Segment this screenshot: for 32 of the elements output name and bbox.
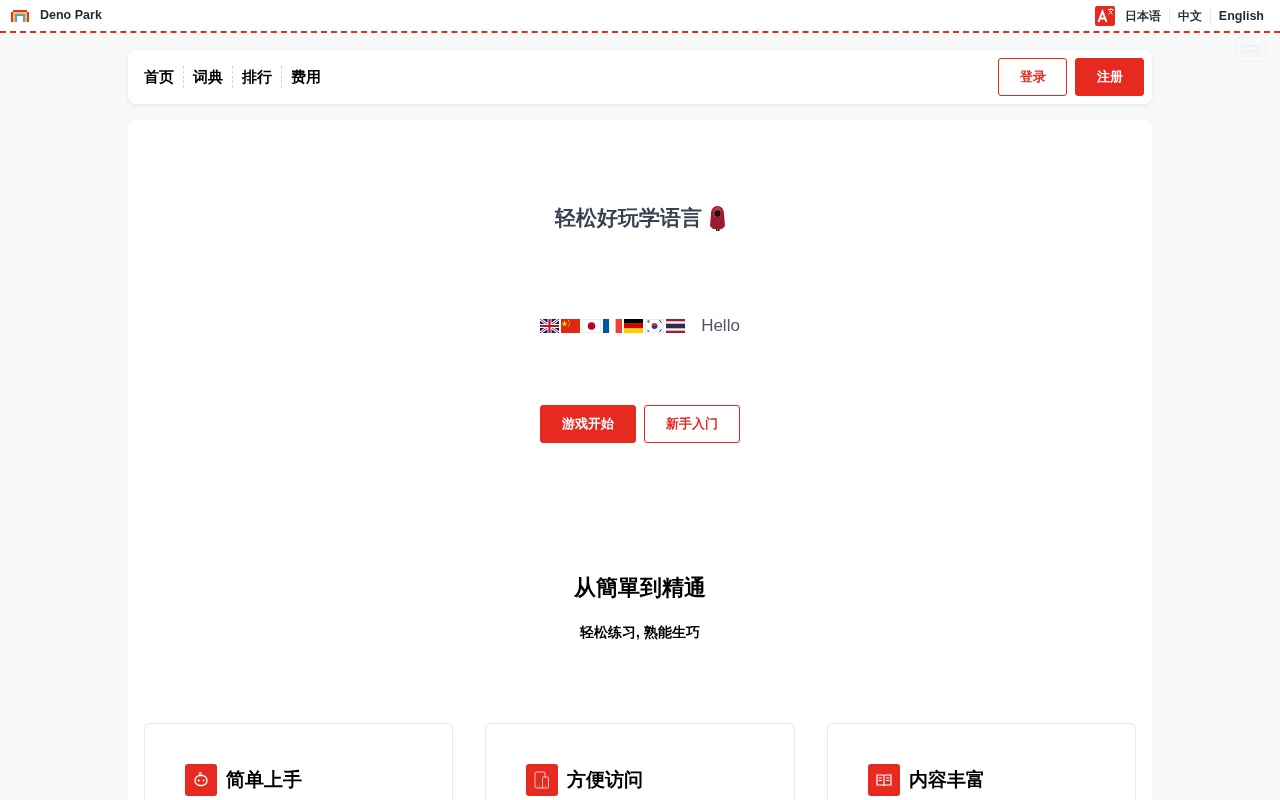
feature-title: 内容丰富 [908,768,985,792]
nav-link[interactable]: 词典 [183,66,232,88]
flag-icon [645,319,665,333]
section-subheading: 轻松练习, 熟能生巧 [580,623,700,642]
translate-icon [1094,5,1115,26]
section-heading: 从簡單到精通 [574,574,706,602]
nav-link[interactable]: 排行 [232,66,281,88]
rainbow-logo-icon [11,9,29,22]
flag-icon [582,319,602,333]
start-game-button[interactable]: 游戏开始 [540,405,636,443]
devices-icon [526,764,559,796]
brand-link[interactable]: Deno Park [40,6,102,25]
flag-icon [540,319,560,333]
flag-icon [603,319,623,333]
language-link[interactable]: English [1209,7,1264,24]
robot-icon [185,764,217,796]
hooded-figure-icon [708,205,726,231]
hero-title: 轻松好玩学语言 [554,205,702,231]
language-link[interactable]: 日本语 [1116,7,1169,24]
flag-icon [666,319,686,333]
greeting-text: Hello [701,315,740,337]
book-icon [867,764,900,796]
login-button[interactable]: 登录 [998,58,1067,96]
feature-title: 简单上手 [226,768,302,792]
language-link[interactable]: 中文 [1168,7,1210,24]
feature-title: 方便访问 [567,768,644,792]
flag-icon [624,319,644,333]
register-button[interactable]: 注册 [1075,58,1144,96]
flag-icon [561,319,581,333]
nav-link[interactable]: 首页 [144,66,183,88]
nav-link[interactable]: 费用 [281,66,330,88]
beginner-guide-button[interactable]: 新手入门 [644,405,740,443]
